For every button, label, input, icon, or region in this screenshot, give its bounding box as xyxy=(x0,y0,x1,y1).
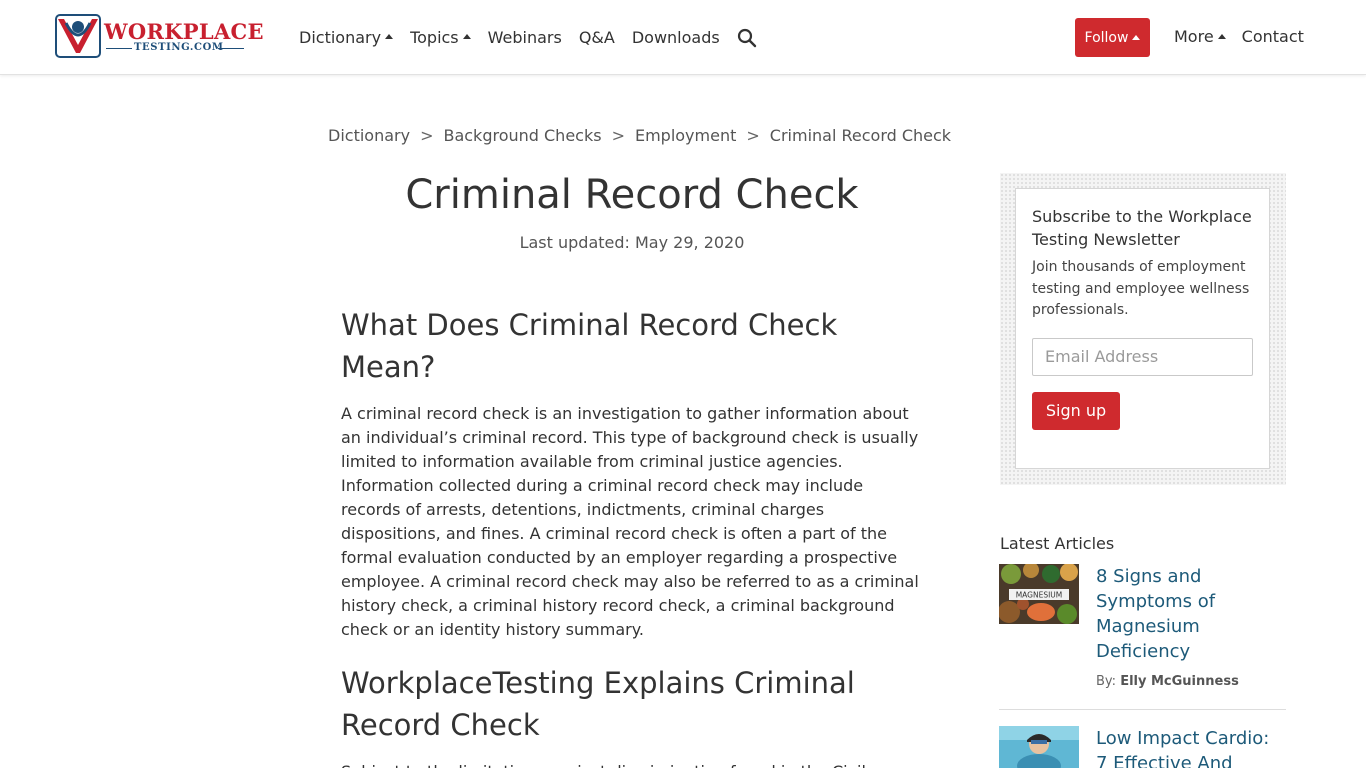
logo-subtext: TESTING.COM xyxy=(134,42,224,53)
nav-label: More xyxy=(1174,27,1214,46)
article-paragraph: A criminal record check is an investigat… xyxy=(341,404,919,639)
caret-up-icon xyxy=(462,34,471,39)
newsletter-panel: Subscribe to the Workplace Testing Newsl… xyxy=(1000,173,1286,485)
logo-rule xyxy=(106,48,132,49)
article-author: Elly McGuinness xyxy=(1120,674,1239,689)
latest-article-title[interactable]: Low Impact Cardio: 7 Effective And xyxy=(1096,726,1286,768)
article-thumbnail[interactable]: MAGNESIUM xyxy=(999,564,1079,624)
breadcrumb-employment[interactable]: Employment xyxy=(635,126,736,145)
caret-up-icon xyxy=(1217,33,1226,39)
card-divider xyxy=(999,709,1286,710)
breadcrumb-separator: > xyxy=(611,126,625,145)
newsletter-title: Subscribe to the Workplace Testing Newsl… xyxy=(1032,207,1252,249)
nav-qa[interactable]: Q&A xyxy=(579,28,615,47)
breadcrumb-background-checks[interactable]: Background Checks xyxy=(443,126,601,145)
nav-label: Webinars xyxy=(487,27,562,47)
follow-button[interactable]: Follow xyxy=(1075,18,1150,57)
newsletter-text: Join thousands of employment testing and… xyxy=(1032,259,1250,318)
logo-rule xyxy=(218,48,244,49)
article-heading-meaning: What Does Criminal Record Check Mean? xyxy=(341,308,838,384)
nav-label: Q&A xyxy=(578,27,615,47)
breadcrumb: Dictionary > Background Checks > Employm… xyxy=(328,126,951,145)
caret-up-icon xyxy=(1132,34,1141,40)
breadcrumb-dictionary[interactable]: Dictionary xyxy=(328,126,410,145)
breadcrumb-current[interactable]: Criminal Record Check xyxy=(770,126,951,145)
byline-label: By: xyxy=(1096,674,1117,689)
search-icon[interactable] xyxy=(737,28,757,48)
article-body: What Does Criminal Record Check Mean? A … xyxy=(341,304,926,768)
caret-up-icon xyxy=(385,34,394,39)
nav-label: Downloads xyxy=(631,27,720,47)
article-thumbnail[interactable] xyxy=(999,726,1079,768)
breadcrumb-separator: > xyxy=(420,126,434,145)
article-byline: By: Elly McGuinness xyxy=(1096,674,1239,689)
breadcrumb-separator: > xyxy=(746,126,760,145)
signup-button[interactable]: Sign up xyxy=(1032,391,1120,430)
nav-label: Topics xyxy=(410,27,459,47)
nav-right: More Contact xyxy=(1174,27,1304,46)
page-title: Criminal Record Check xyxy=(405,172,859,218)
follow-label: Follow xyxy=(1084,29,1129,46)
nav-contact[interactable]: Contact xyxy=(1242,27,1304,46)
nav-webinars[interactable]: Webinars xyxy=(488,28,562,47)
logo-mark-icon xyxy=(55,14,101,58)
email-input[interactable] xyxy=(1032,337,1253,376)
main-nav: Dictionary Topics Webinars Q&A Downloads xyxy=(299,27,757,48)
nav-downloads[interactable]: Downloads xyxy=(632,28,720,47)
article-heading-explains: WorkplaceTesting Explains Criminal Recor… xyxy=(341,666,855,742)
nav-label: Contact xyxy=(1241,27,1304,46)
nav-topics[interactable]: Topics xyxy=(410,28,471,47)
nav-dictionary[interactable]: Dictionary xyxy=(299,27,394,47)
nav-label: Dictionary xyxy=(299,27,382,47)
article-paragraph: Subject to the limitations against discr… xyxy=(341,760,926,768)
latest-article-title[interactable]: 8 Signs and Symptoms of Magnesium Defici… xyxy=(1096,564,1286,664)
nav-more[interactable]: More xyxy=(1174,27,1226,46)
last-updated: Last updated: May 29, 2020 xyxy=(519,233,745,252)
logo-text: WORKPLACE xyxy=(104,19,264,44)
thumbnail-label: MAGNESIUM xyxy=(1016,591,1063,600)
newsletter-box: Subscribe to the Workplace Testing Newsl… xyxy=(1015,188,1270,469)
site-logo[interactable]: WORKPLACE TESTING.COM xyxy=(54,13,264,61)
latest-articles-heading: Latest Articles xyxy=(1000,534,1115,553)
site-header: WORKPLACE TESTING.COM Dictionary Topics … xyxy=(0,0,1366,75)
